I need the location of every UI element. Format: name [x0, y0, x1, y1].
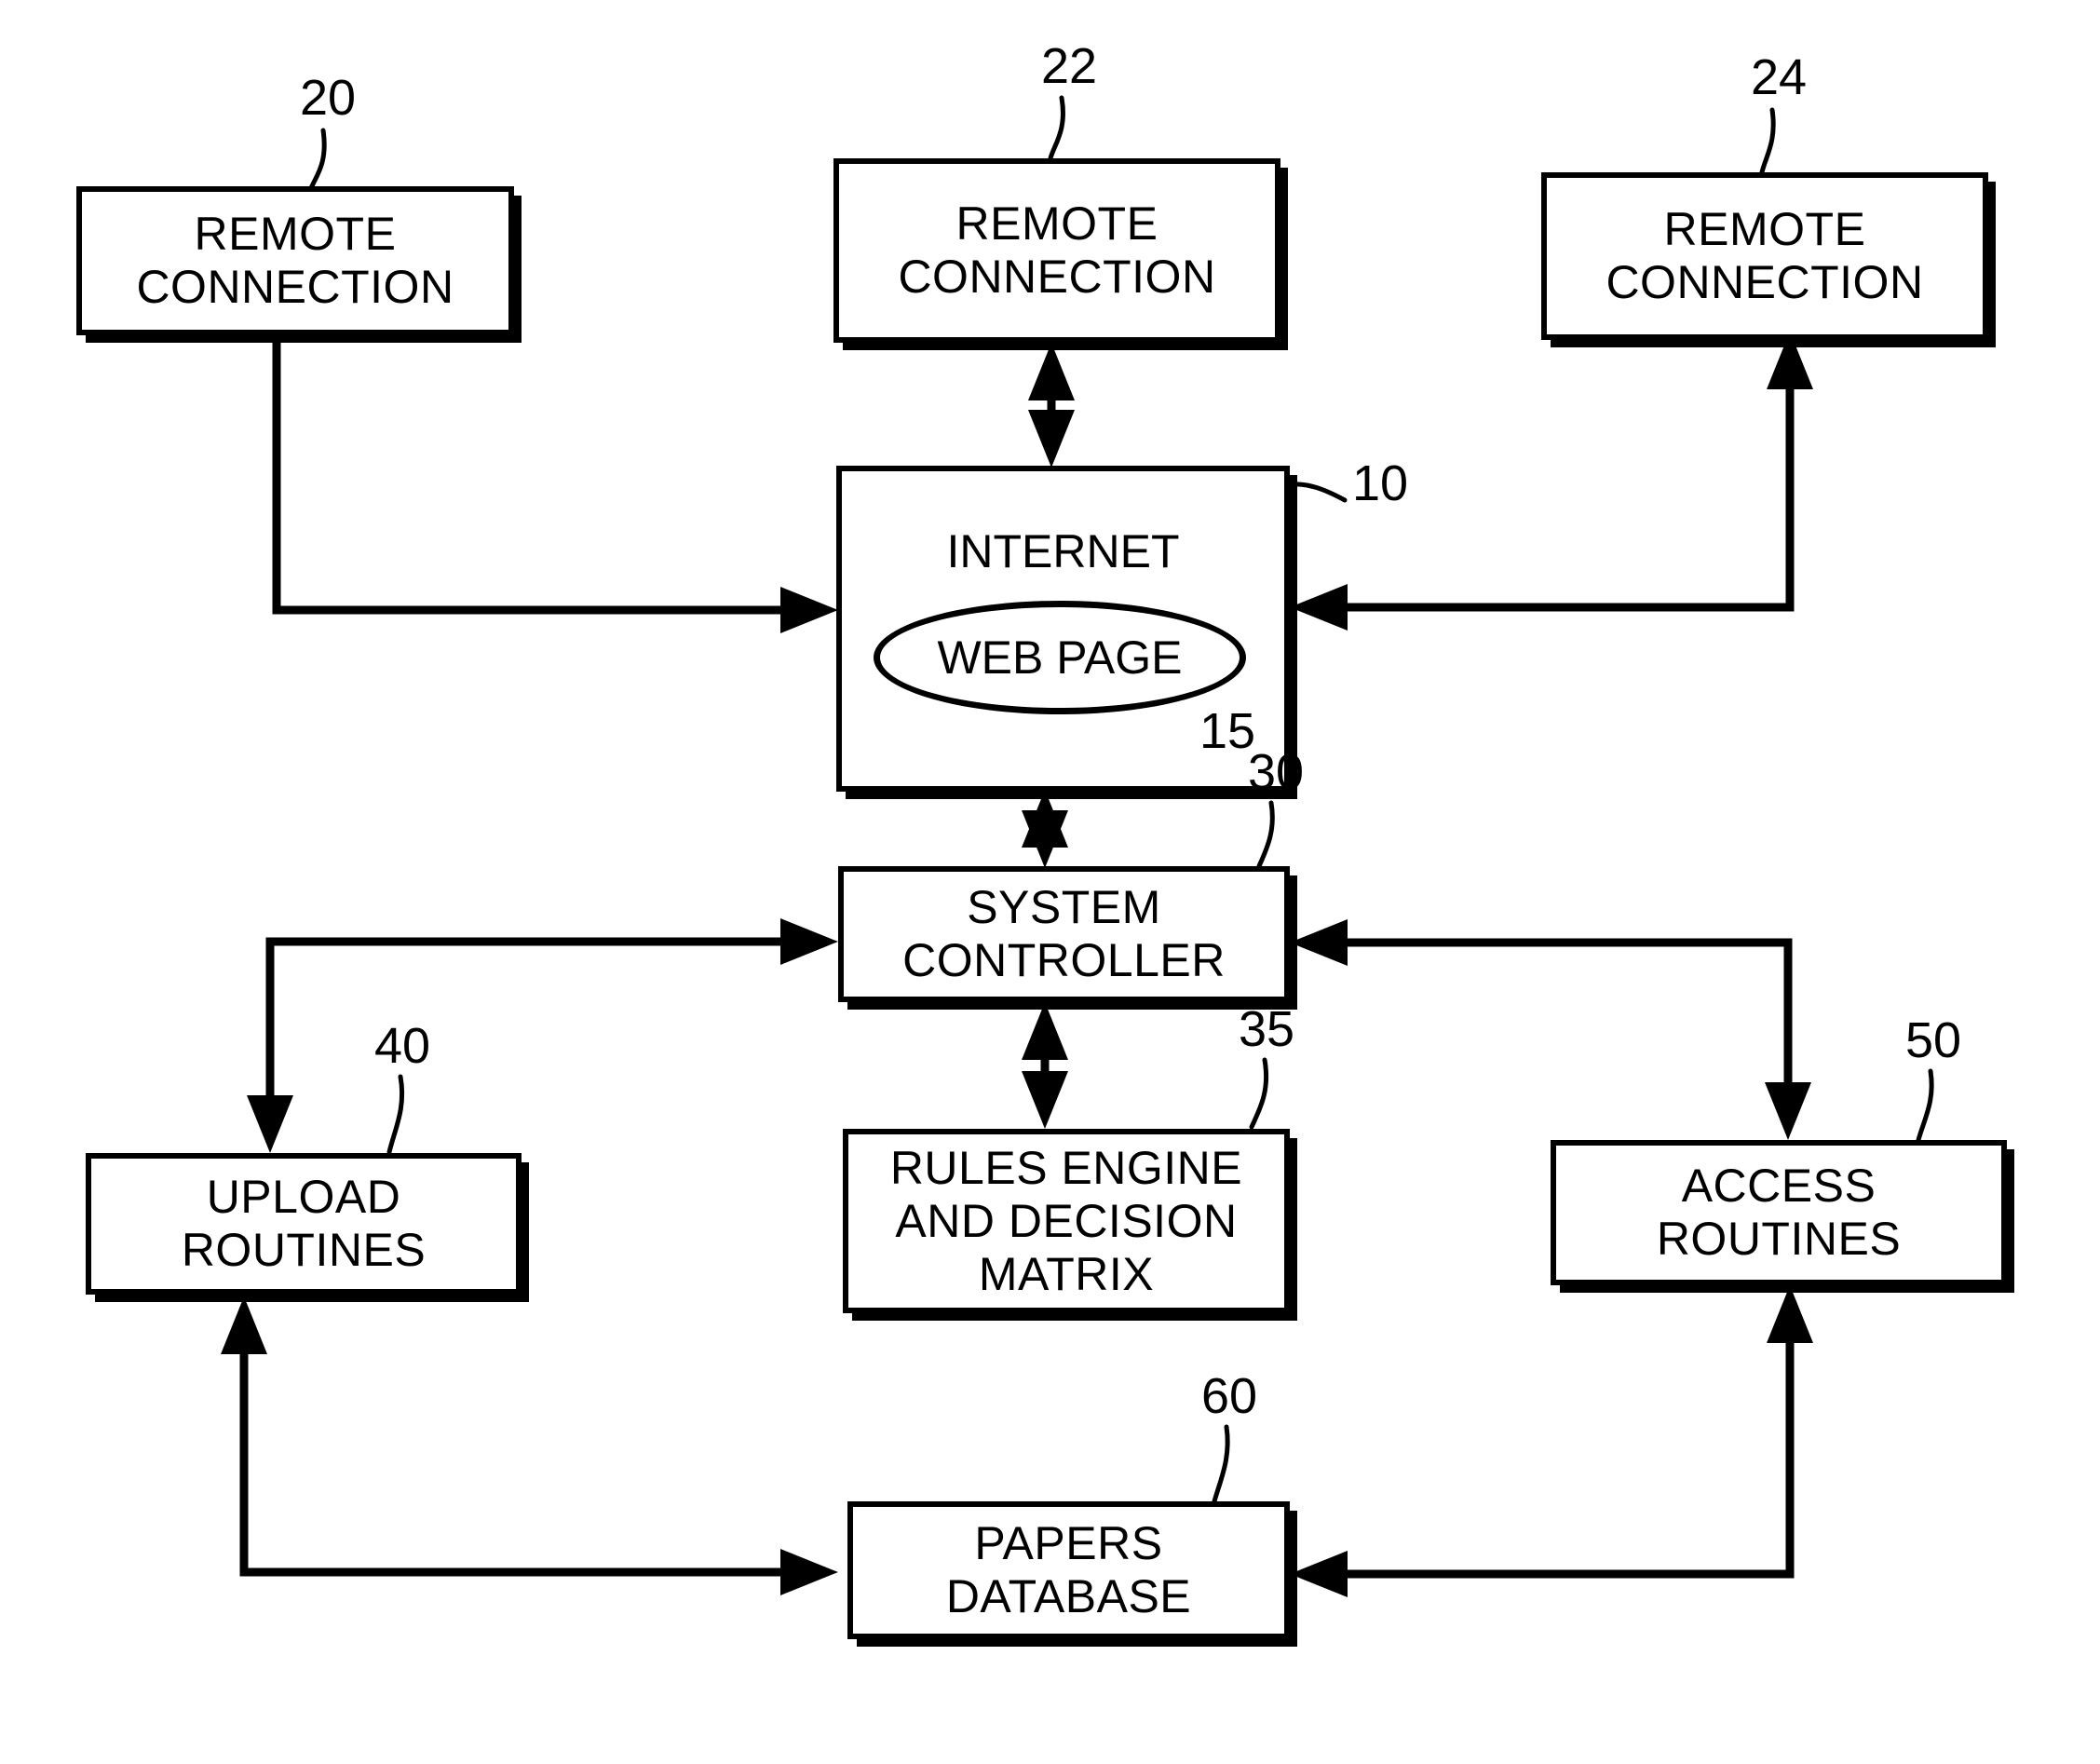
leader-line-24	[1759, 107, 1776, 175]
node-label-line1: ACCESS	[1681, 1160, 1876, 1212]
node-label-line2: ROUTINES	[181, 1224, 427, 1276]
leader-line-30	[1256, 800, 1275, 869]
ref-number-30: 30	[1248, 744, 1305, 800]
arrowhead-right-internet-left	[780, 587, 838, 633]
connector-access-papersdb	[1308, 1296, 1795, 1579]
leader-line-35	[1249, 1057, 1269, 1130]
node-web-page[interactable]: WEB PAGE	[874, 601, 1246, 714]
arrowhead-left-papersdb-right	[1290, 1551, 1348, 1597]
leader-line-22	[1048, 95, 1065, 161]
arrowhead-up-syscontroller-bottom	[1022, 1002, 1068, 1060]
ref-number-35: 35	[1239, 1001, 1295, 1057]
ref-number-20: 20	[300, 70, 357, 126]
node-web-page-label: WEB PAGE	[937, 631, 1183, 684]
node-label-line3: MATRIX	[978, 1247, 1155, 1300]
arrowhead-up-upload-bottom	[221, 1296, 267, 1354]
node-label-line2: CONNECTION	[136, 261, 454, 313]
node-remote-connection-right[interactable]: REMOTE CONNECTION	[1541, 172, 1988, 340]
connector-syscontroller-to-upload	[265, 937, 820, 1138]
node-remote-connection-left[interactable]: REMOTE CONNECTION	[76, 186, 514, 335]
arrowhead-left-internet-right	[1290, 584, 1348, 631]
ref-number-24: 24	[1751, 49, 1808, 105]
node-access-routines[interactable]: ACCESS ROUTINES	[1551, 1140, 2007, 1285]
leader-line-50	[1916, 1068, 1934, 1143]
ref-number-60: 60	[1201, 1368, 1258, 1424]
arrowhead-down-rulesengine-top	[1022, 1071, 1068, 1129]
leader-line-10	[1289, 482, 1348, 503]
node-rules-engine[interactable]: RULES ENGINE AND DECISION MATRIX	[843, 1129, 1290, 1313]
arrowhead-up-access-bottom	[1767, 1285, 1813, 1343]
node-upload-routines[interactable]: UPLOAD ROUTINES	[86, 1153, 522, 1295]
node-label-line1: REMOTE	[194, 208, 397, 260]
node-system-controller[interactable]: SYSTEM CONTROLLER	[838, 866, 1290, 1002]
node-label-line1: RULES ENGINE	[889, 1141, 1243, 1194]
leader-line-20	[308, 128, 327, 191]
ref-number-40: 40	[374, 1018, 431, 1074]
arrowhead-right-syscontroller-left	[780, 918, 838, 965]
node-label-line2: DATABASE	[945, 1570, 1192, 1622]
arrowhead-up-rc24	[1767, 332, 1813, 389]
node-label-line2: CONTROLLER	[902, 934, 1226, 986]
arrowhead-down-upload-top	[247, 1095, 293, 1153]
node-label-line2: CONNECTION	[898, 251, 1216, 303]
node-label-line1: SYSTEM	[967, 881, 1161, 933]
node-label-line1: UPLOAD	[206, 1171, 401, 1223]
node-label-line2: CONNECTION	[1605, 256, 1924, 308]
connector-upload-papersdb	[239, 1308, 820, 1577]
ref-number-50: 50	[1905, 1012, 1962, 1068]
ref-number-10: 10	[1352, 455, 1409, 511]
node-label-line1: PAPERS	[974, 1517, 1163, 1569]
node-remote-connection-center[interactable]: REMOTE CONNECTION	[833, 158, 1280, 343]
arrowhead-down-access-top	[1765, 1082, 1811, 1140]
node-label-line1: REMOTE	[955, 197, 1158, 250]
node-label-line1: REMOTE	[1663, 203, 1866, 255]
node-label-line2: AND DECISION	[895, 1194, 1238, 1247]
connector-syscontroller-to-access	[1308, 938, 1793, 1125]
leader-line-60	[1212, 1424, 1230, 1504]
arrowhead-down-internet-top	[1028, 410, 1075, 468]
node-papers-database[interactable]: PAPERS DATABASE	[847, 1501, 1290, 1639]
patent-figure: REMOTE CONNECTION 20 REMOTE CONNECTION 2…	[0, 0, 2100, 1764]
ref-number-22: 22	[1041, 38, 1098, 94]
arrowhead-left-syscontroller-right	[1290, 919, 1348, 966]
leader-line-40	[386, 1074, 405, 1155]
node-label-line2: ROUTINES	[1656, 1213, 1902, 1265]
node-internet-label: INTERNET	[946, 525, 1180, 577]
arrowhead-right-papersdb-left	[780, 1549, 838, 1595]
arrowhead-up-rc22	[1028, 343, 1075, 400]
